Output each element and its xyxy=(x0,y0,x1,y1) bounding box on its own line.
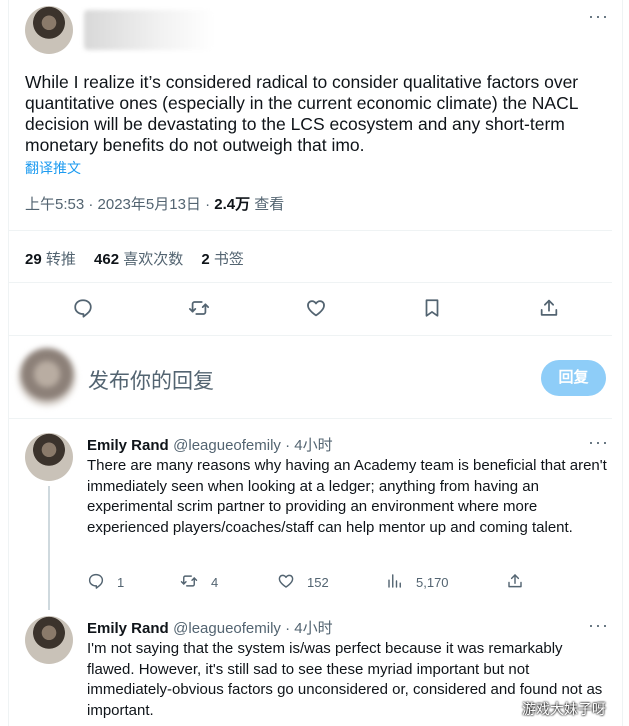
reply-header: Emily Rand @leagueofemily · 4小时 xyxy=(87,434,333,455)
reply-author-handle[interactable]: @leagueofemily xyxy=(173,620,281,637)
current-user-avatar[interactable] xyxy=(18,348,76,406)
reply-more-options-icon[interactable]: ··· xyxy=(588,615,609,636)
divider xyxy=(9,335,612,336)
retweet-icon[interactable] xyxy=(188,297,210,319)
reply-author-name[interactable]: Emily Rand xyxy=(87,437,169,454)
reply-share-icon[interactable] xyxy=(506,572,528,594)
reply-time[interactable]: · 4小时 xyxy=(281,437,333,454)
reply-input[interactable]: 发布你的回复 xyxy=(88,365,214,395)
author-avatar[interactable] xyxy=(25,6,73,54)
reply-likes-count: 152 xyxy=(307,575,329,590)
views-label: 查看 xyxy=(250,196,285,213)
divider xyxy=(9,230,612,231)
retweets-stat[interactable]: 29 转推 xyxy=(25,251,76,268)
like-icon[interactable] xyxy=(305,297,327,319)
reply-avatar[interactable] xyxy=(25,433,73,481)
reply-retweet-icon[interactable] xyxy=(180,572,202,594)
reply-button[interactable]: 回复 xyxy=(541,360,606,396)
reply-views-count: 5,170 xyxy=(416,575,449,590)
reply-like-icon[interactable] xyxy=(277,572,299,594)
engagement-stats: 29 转推 462 喜欢次数 2 书签 xyxy=(25,248,244,269)
bookmarks-stat[interactable]: 2 书签 xyxy=(201,251,244,268)
translate-tweet-link[interactable]: 翻译推文 xyxy=(25,158,81,178)
reply-author-name[interactable]: Emily Rand xyxy=(87,620,169,637)
reply-header: Emily Rand @leagueofemily · 4小时 xyxy=(87,617,333,638)
share-icon[interactable] xyxy=(538,297,560,319)
thread-connector-line xyxy=(48,486,50,610)
views-count: 2.4万 xyxy=(214,196,251,213)
more-options-icon[interactable]: ··· xyxy=(588,6,609,27)
reply-text: There are many reasons why having an Aca… xyxy=(87,457,607,536)
reply-author-handle[interactable]: @leagueofemily xyxy=(173,437,281,454)
tweet-timestamp-row: 上午5:53 · 2023年5月13日 · 2.4万 查看 xyxy=(25,193,284,214)
reply-more-options-icon[interactable]: ··· xyxy=(588,432,609,453)
reply-replies-count: 1 xyxy=(117,575,125,590)
divider xyxy=(9,282,612,283)
reply-time[interactable]: · 4小时 xyxy=(281,620,333,637)
reply-avatar[interactable] xyxy=(25,616,73,664)
divider xyxy=(9,418,612,419)
reply-icon[interactable] xyxy=(72,297,94,319)
tweet-text: While I realize it’s considered radical … xyxy=(25,72,579,155)
likes-stat[interactable]: 462 喜欢次数 xyxy=(94,251,183,268)
reply-retweets-count: 4 xyxy=(211,575,219,590)
bookmark-icon[interactable] xyxy=(421,297,443,319)
tweet-timestamp[interactable]: 上午5:53 · 2023年5月13日 · xyxy=(25,196,214,213)
watermark-text: 游戏大妹子呀 xyxy=(522,701,606,717)
author-name-blurred[interactable] xyxy=(84,10,214,50)
reply-views-icon[interactable] xyxy=(386,572,408,594)
reply-reply-icon[interactable] xyxy=(87,572,109,594)
